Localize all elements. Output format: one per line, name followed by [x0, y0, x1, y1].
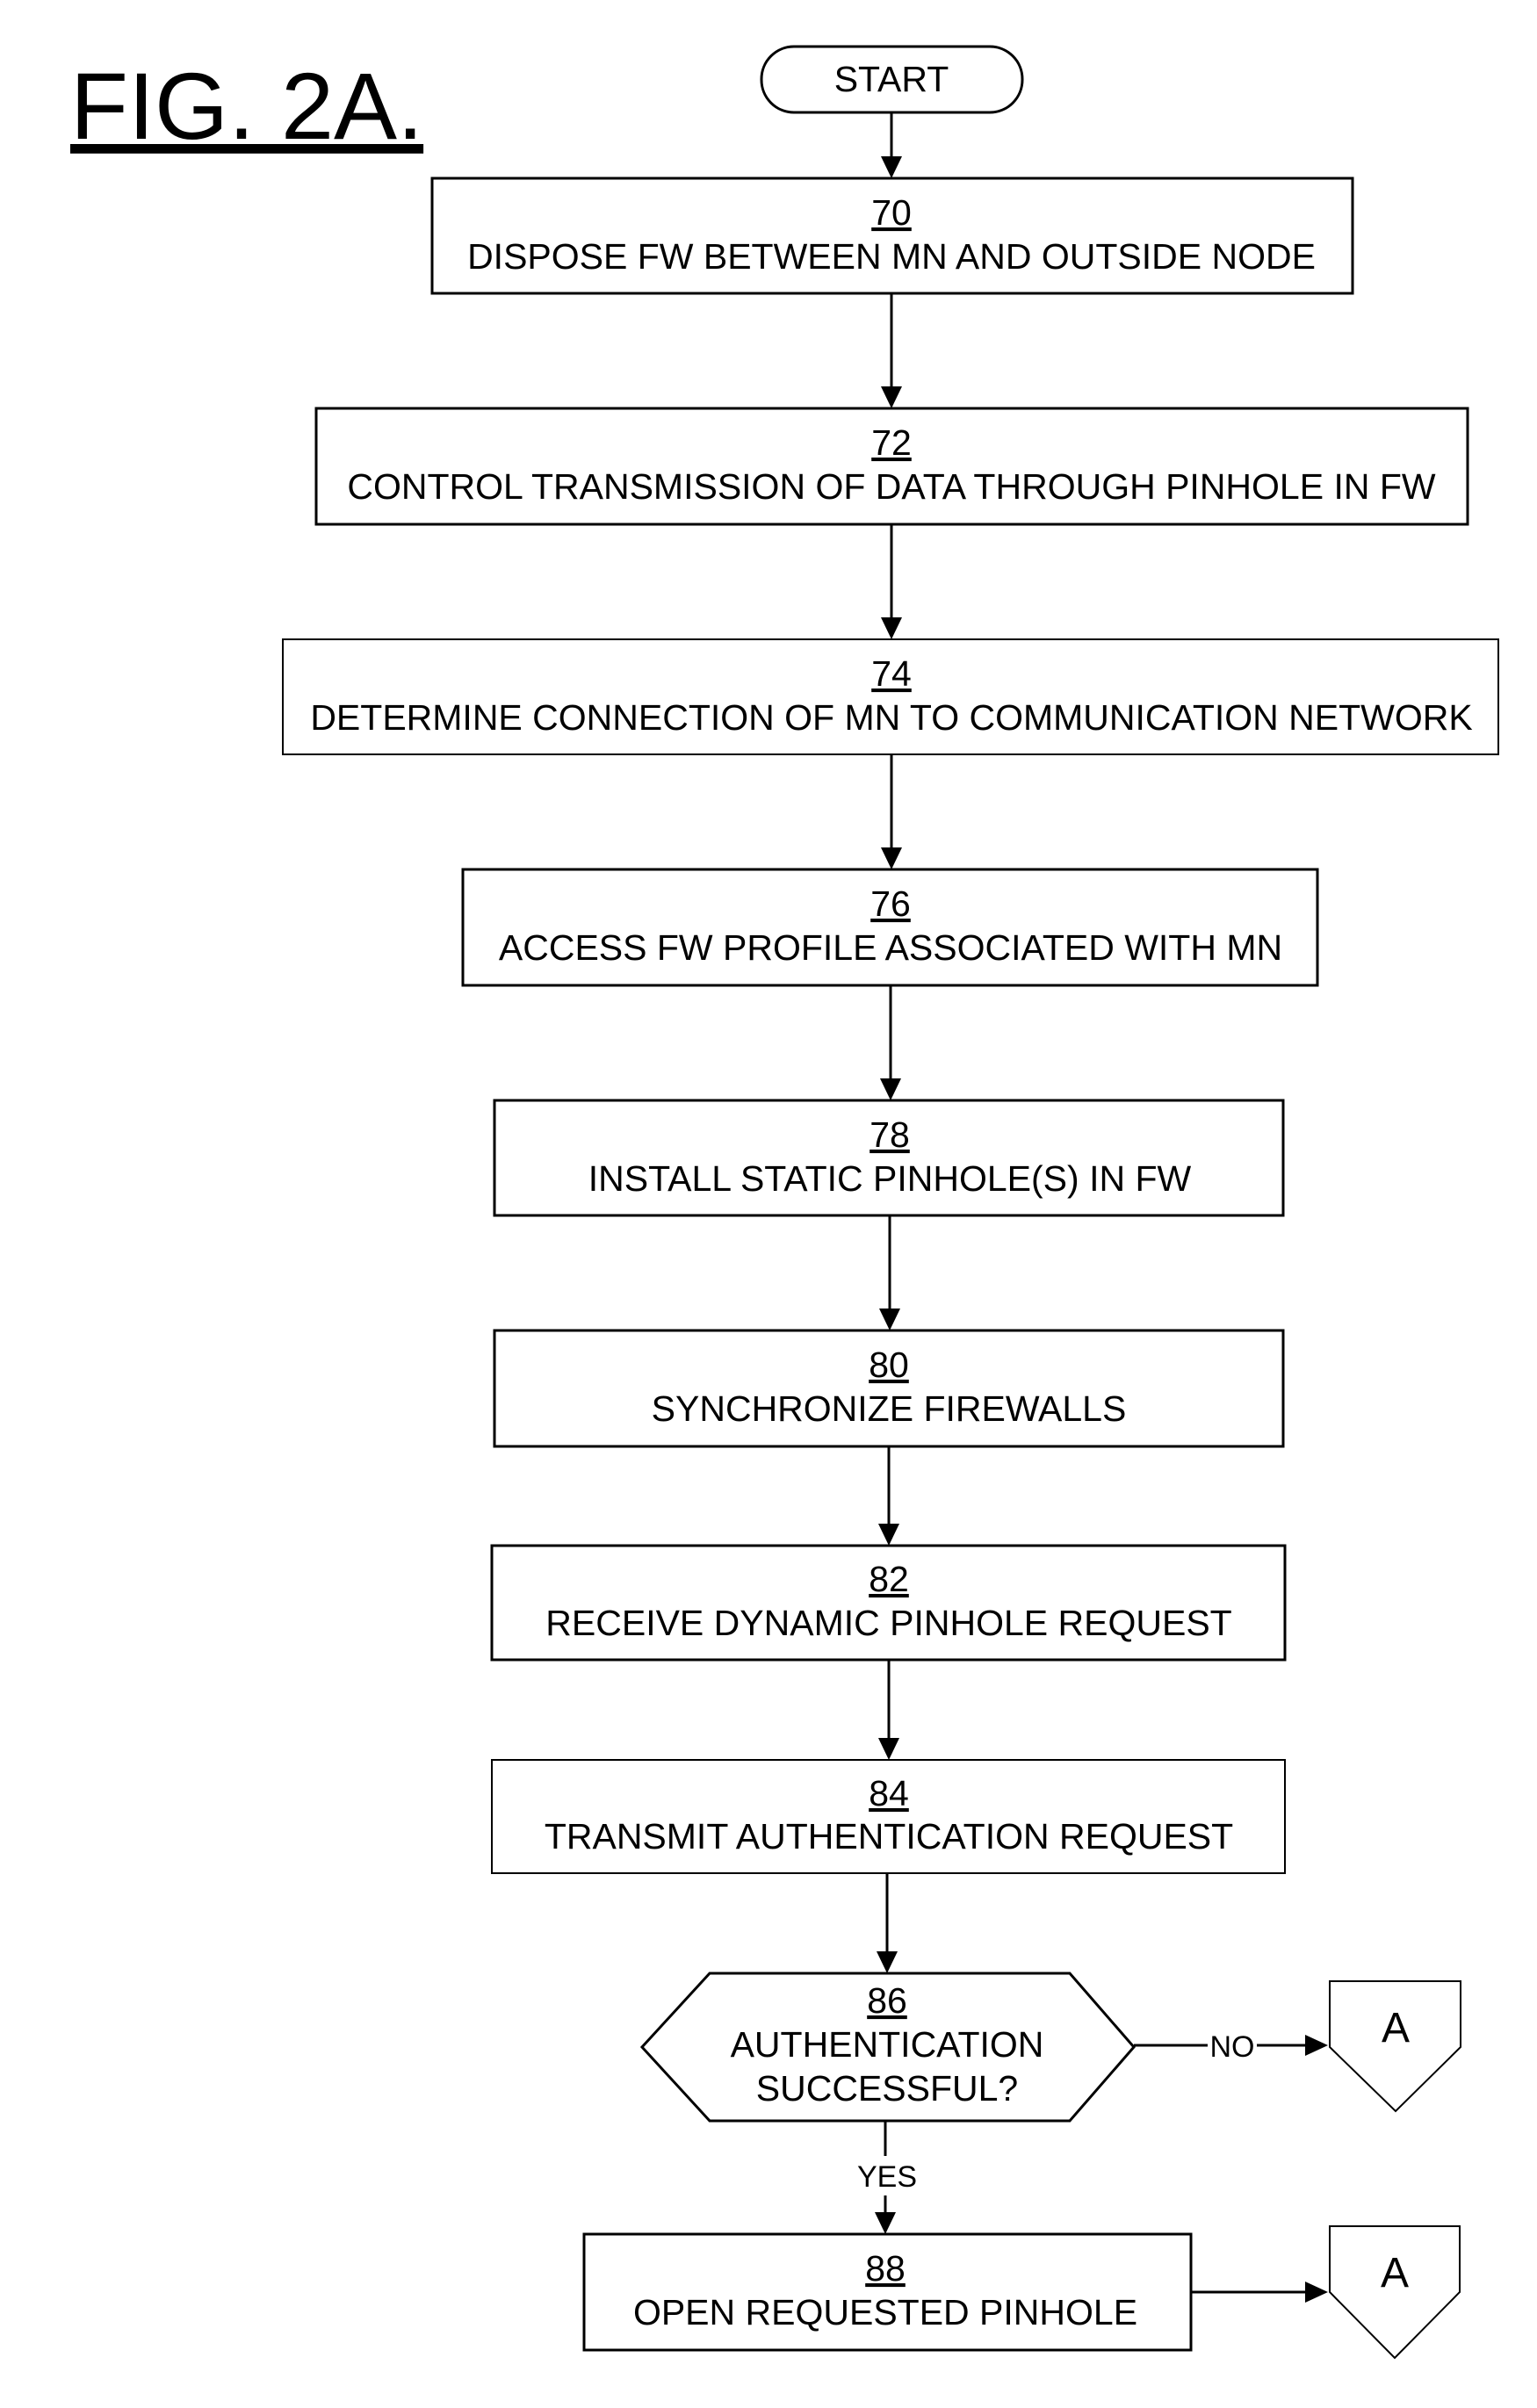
step-ref: 76	[870, 883, 911, 924]
step-text: ACCESS FW PROFILE ASSOCIATED WITH MN	[499, 927, 1282, 968]
start-label: START	[834, 59, 949, 99]
edge-72-to-74	[881, 524, 902, 639]
edge-78-to-80	[879, 1215, 900, 1330]
offpage-connector-a-2: A	[1329, 2225, 1461, 2360]
step-text: CONTROL TRANSMISSION OF DATA THROUGH PIN…	[347, 466, 1436, 507]
edge-70-to-72	[881, 293, 902, 408]
arrowhead-icon	[877, 1951, 898, 1973]
step-ref: 74	[871, 653, 912, 694]
no-label: NO	[1210, 2030, 1255, 2064]
arrowhead-icon	[880, 1078, 901, 1100]
step-72: 72 CONTROL TRANSMISSION OF DATA THROUGH …	[314, 407, 1469, 526]
arrowhead-icon	[879, 1309, 900, 1330]
arrowhead-icon	[1305, 2282, 1328, 2303]
offpage-connector-a-1: A	[1329, 1980, 1461, 2113]
step-ref: 80	[869, 1345, 909, 1385]
edge-80-to-82	[878, 1446, 899, 1546]
decision-ref: 86	[867, 1980, 907, 2021]
step-76: 76 ACCESS FW PROFILE ASSOCIATED WITH MN	[461, 868, 1319, 987]
edge-84-to-86	[877, 1873, 898, 1973]
step-ref: 88	[865, 2248, 906, 2289]
arrowhead-icon	[881, 617, 902, 639]
arrowhead-icon	[875, 2212, 896, 2234]
edge-no-branch: NO	[1134, 2030, 1328, 2064]
flowchart: FIG. 2A. START 70 DISPOSE FW BETWEEN MN …	[70, 45, 1499, 2360]
edge-74-to-76	[881, 754, 902, 869]
step-ref: 70	[871, 192, 912, 233]
step-text: SYNCHRONIZE FIREWALLS	[652, 1388, 1127, 1429]
arrowhead-icon	[878, 1524, 899, 1546]
step-70: 70 DISPOSE FW BETWEEN MN AND OUTSIDE NOD…	[430, 177, 1354, 295]
figure-title: FIG. 2A.	[70, 53, 423, 159]
yes-label: YES	[857, 2160, 917, 2194]
arrowhead-icon	[878, 1738, 899, 1760]
step-74: 74 DETERMINE CONNECTION OF MN TO COMMUNI…	[282, 638, 1499, 755]
arrowhead-icon	[881, 386, 902, 408]
edge-76-to-78	[880, 985, 901, 1100]
arrowhead-icon	[881, 156, 902, 178]
start-terminator: START	[760, 45, 1024, 114]
edge-88-to-a	[1191, 2282, 1328, 2303]
step-ref: 72	[871, 422, 912, 463]
decision-line-1: AUTHENTICATION	[731, 2024, 1044, 2065]
decision-line-2: SUCCESSFUL?	[756, 2068, 1018, 2109]
step-80: 80 SYNCHRONIZE FIREWALLS	[493, 1329, 1285, 1448]
step-ref: 82	[869, 1559, 909, 1599]
step-text: RECEIVE DYNAMIC PINHOLE REQUEST	[545, 1603, 1231, 1643]
step-78: 78 INSTALL STATIC PINHOLE(S) IN FW	[493, 1099, 1285, 1217]
step-text: DETERMINE CONNECTION OF MN TO COMMUNICAT…	[310, 697, 1472, 738]
step-84: 84 TRANSMIT AUTHENTICATION REQUEST	[491, 1759, 1286, 1874]
step-text: OPEN REQUESTED PINHOLE	[633, 2292, 1137, 2332]
edge-start-to-70	[881, 112, 902, 178]
connector-label: A	[1381, 2250, 1409, 2296]
step-ref: 78	[870, 1114, 910, 1155]
arrowhead-icon	[1305, 2035, 1328, 2056]
edge-82-to-84	[878, 1660, 899, 1760]
step-ref: 84	[869, 1773, 909, 1813]
step-82: 82 RECEIVE DYNAMIC PINHOLE REQUEST	[490, 1544, 1287, 1662]
edge-yes-branch: YES	[857, 2121, 917, 2234]
step-text: TRANSMIT AUTHENTICATION REQUEST	[545, 1816, 1233, 1856]
arrowhead-icon	[881, 847, 902, 869]
step-text: INSTALL STATIC PINHOLE(S) IN FW	[588, 1158, 1192, 1199]
decision-86: 86 AUTHENTICATION SUCCESSFUL?	[639, 1972, 1136, 2123]
step-88: 88 OPEN REQUESTED PINHOLE	[582, 2232, 1193, 2352]
step-text: DISPOSE FW BETWEEN MN AND OUTSIDE NODE	[467, 236, 1316, 277]
connector-label: A	[1382, 2005, 1410, 2051]
